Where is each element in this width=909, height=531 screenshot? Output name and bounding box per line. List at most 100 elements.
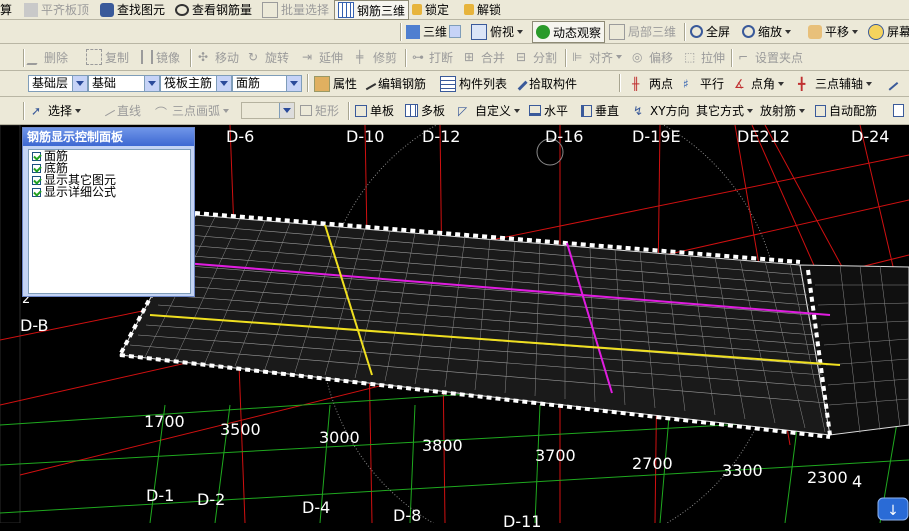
axis-label-top-7: D-24 bbox=[851, 127, 890, 146]
align-icon: ⊫ bbox=[572, 50, 583, 64]
merge-button[interactable]: ⊞ 合并 bbox=[464, 44, 505, 70]
caret-down-icon bbox=[223, 108, 230, 113]
arc-option-select[interactable] bbox=[241, 102, 295, 119]
scroll-down-button[interactable]: ↓ bbox=[877, 497, 909, 521]
copy-button[interactable]: 复制 bbox=[86, 44, 129, 70]
stretch-button[interactable]: ⬚ 拉伸 bbox=[684, 44, 725, 70]
vertical-button[interactable]: 垂直 bbox=[581, 97, 619, 124]
rebar-3d-button[interactable]: 钢筋三维 bbox=[334, 0, 410, 20]
two-points-button[interactable]: ╫ 两点 bbox=[632, 71, 673, 96]
view-mode-select[interactable]: 三维 bbox=[406, 20, 464, 43]
type-select[interactable]: 筏板主筋 bbox=[160, 75, 232, 92]
two-points-icon: ╫ bbox=[632, 76, 640, 91]
mirror-button[interactable]: 镜像 bbox=[141, 44, 180, 70]
find-element-button[interactable]: 查找图元 bbox=[100, 0, 165, 19]
panel-title[interactable]: 钢筋显示控制面板 bbox=[23, 128, 194, 146]
xy-dir-button[interactable]: ↯ XY方向 bbox=[633, 97, 690, 124]
dimension-label: 2300 bbox=[807, 468, 848, 487]
layer-value: 基础层 bbox=[32, 76, 69, 90]
caret-down-icon bbox=[616, 55, 623, 59]
single-board-button[interactable]: 单板 bbox=[355, 97, 394, 124]
member-list-button[interactable]: 构件列表 bbox=[440, 71, 507, 96]
merge-label: 合并 bbox=[481, 50, 506, 65]
view-mode-label: 三维 bbox=[423, 25, 448, 39]
more-button[interactable] bbox=[884, 71, 900, 96]
other-way-button[interactable]: 其它方式 bbox=[696, 97, 754, 124]
move-button[interactable]: ✣ 移动 bbox=[198, 44, 239, 70]
check-icon[interactable] bbox=[32, 175, 41, 185]
zoom-label: 缩放 bbox=[758, 25, 783, 39]
multi-board-button[interactable]: 多板 bbox=[405, 97, 445, 124]
lock-label: 锁定 bbox=[425, 3, 450, 17]
radial-button[interactable]: 放射筋 bbox=[760, 97, 806, 124]
offset-button[interactable]: ◎ 偏移 bbox=[632, 44, 673, 70]
cube-icon bbox=[406, 24, 420, 39]
screen-label: 屏幕 bbox=[887, 25, 909, 39]
set-point-button[interactable]: ⌐ 设置夹点 bbox=[738, 44, 803, 70]
break-button[interactable]: ⊶ 打断 bbox=[412, 44, 453, 70]
custom-icon: ◸ bbox=[458, 103, 468, 118]
fullscreen-button[interactable]: 全屏 bbox=[690, 20, 730, 43]
horizontal-button[interactable]: 水平 bbox=[529, 97, 568, 124]
layer-select[interactable]: 基础层 bbox=[28, 75, 88, 92]
more-icon-button[interactable] bbox=[893, 97, 907, 124]
parallel-button[interactable]: ♯ 平行 bbox=[683, 71, 724, 96]
caret-down-icon bbox=[517, 29, 524, 34]
checkbox-show-formula[interactable]: 显示详细公式 bbox=[32, 186, 190, 198]
axis-label-top-3: D-12 bbox=[422, 127, 461, 146]
edit-rebar-button[interactable]: 编辑钢筋 bbox=[362, 71, 426, 96]
rect-button[interactable]: 矩形 bbox=[300, 97, 339, 124]
line-button[interactable]: 直线 bbox=[101, 97, 141, 124]
lock-button[interactable]: 锁定 bbox=[412, 0, 449, 19]
dimension-label: 3700 bbox=[535, 446, 576, 465]
split-button[interactable]: ⊟ 分割 bbox=[516, 44, 557, 70]
toolbar-row-3: × 删除 复制 镜像 ✣移动 ↻旋转 ⇥延伸 ╪修剪 ⊶打断 ⊞合并 ⊟分割 ⊫… bbox=[0, 44, 909, 106]
flat-top-button[interactable]: 平齐板顶 bbox=[24, 0, 89, 19]
screen-icon bbox=[868, 23, 884, 40]
dynamic-view-button[interactable]: 动态观察 bbox=[532, 21, 606, 43]
select-label: 选择 bbox=[48, 104, 73, 118]
check-icon[interactable] bbox=[32, 187, 41, 197]
top-view-button[interactable]: 俯视 bbox=[471, 20, 524, 43]
custom-button[interactable]: ◸ 自定义 bbox=[458, 97, 521, 124]
rotate-button[interactable]: ↻ 旋转 bbox=[248, 44, 289, 70]
calc-button[interactable]: 算 bbox=[0, 0, 12, 19]
three-point-axis-button[interactable]: ╋ 三点辅轴 bbox=[798, 71, 873, 96]
caret-down-icon bbox=[799, 108, 806, 113]
pan-button[interactable]: 平移 bbox=[808, 20, 859, 43]
trim-button[interactable]: ╪ 修剪 bbox=[356, 44, 397, 70]
pick-member-button[interactable]: 拾取构件 bbox=[513, 71, 577, 96]
separator bbox=[190, 49, 192, 67]
category-value: 基础 bbox=[92, 76, 117, 90]
dimension-label: 3500 bbox=[220, 420, 261, 439]
lock-icon bbox=[412, 4, 422, 15]
separator bbox=[307, 74, 309, 92]
member-select[interactable]: 面筋 bbox=[232, 75, 302, 92]
check-icon[interactable] bbox=[32, 151, 41, 161]
align-button[interactable]: ⊫ 对齐 bbox=[572, 44, 623, 70]
arc3-button[interactable]: ⌒ 三点画弧 bbox=[155, 97, 230, 124]
unlock-button[interactable]: 解锁 bbox=[464, 0, 501, 19]
local-3d-button[interactable]: 局部三维 bbox=[609, 20, 676, 43]
extend-button[interactable]: ⇥ 延伸 bbox=[302, 44, 343, 70]
rect-icon bbox=[300, 105, 312, 116]
check-icon[interactable] bbox=[32, 163, 41, 173]
zoom-button[interactable]: 缩放 bbox=[742, 20, 792, 43]
checkbox-label: 显示详细公式 bbox=[44, 185, 117, 199]
auto-config-button[interactable]: 自动配筋 bbox=[815, 97, 877, 124]
caret-down-icon bbox=[747, 108, 754, 113]
select-button[interactable]: ➚ 选择 bbox=[31, 97, 82, 124]
batch-select-button[interactable]: 批量选择 bbox=[262, 0, 329, 19]
delete-button[interactable]: 删除 bbox=[26, 44, 68, 70]
property-button[interactable]: 属性 bbox=[314, 71, 357, 96]
dimension-label: 4 bbox=[852, 472, 863, 491]
separator bbox=[23, 49, 25, 67]
screen-button[interactable]: 屏幕 bbox=[868, 20, 909, 43]
view-rebar-qty-button[interactable]: 查看钢筋量 bbox=[175, 0, 252, 19]
point-angle-button[interactable]: ∡ 点角 bbox=[734, 71, 785, 96]
point-angle-icon: ∡ bbox=[734, 76, 745, 91]
category-select[interactable]: 基础 bbox=[88, 75, 160, 92]
custom-label: 自定义 bbox=[475, 104, 512, 118]
separator bbox=[565, 49, 567, 67]
separator bbox=[731, 49, 733, 67]
